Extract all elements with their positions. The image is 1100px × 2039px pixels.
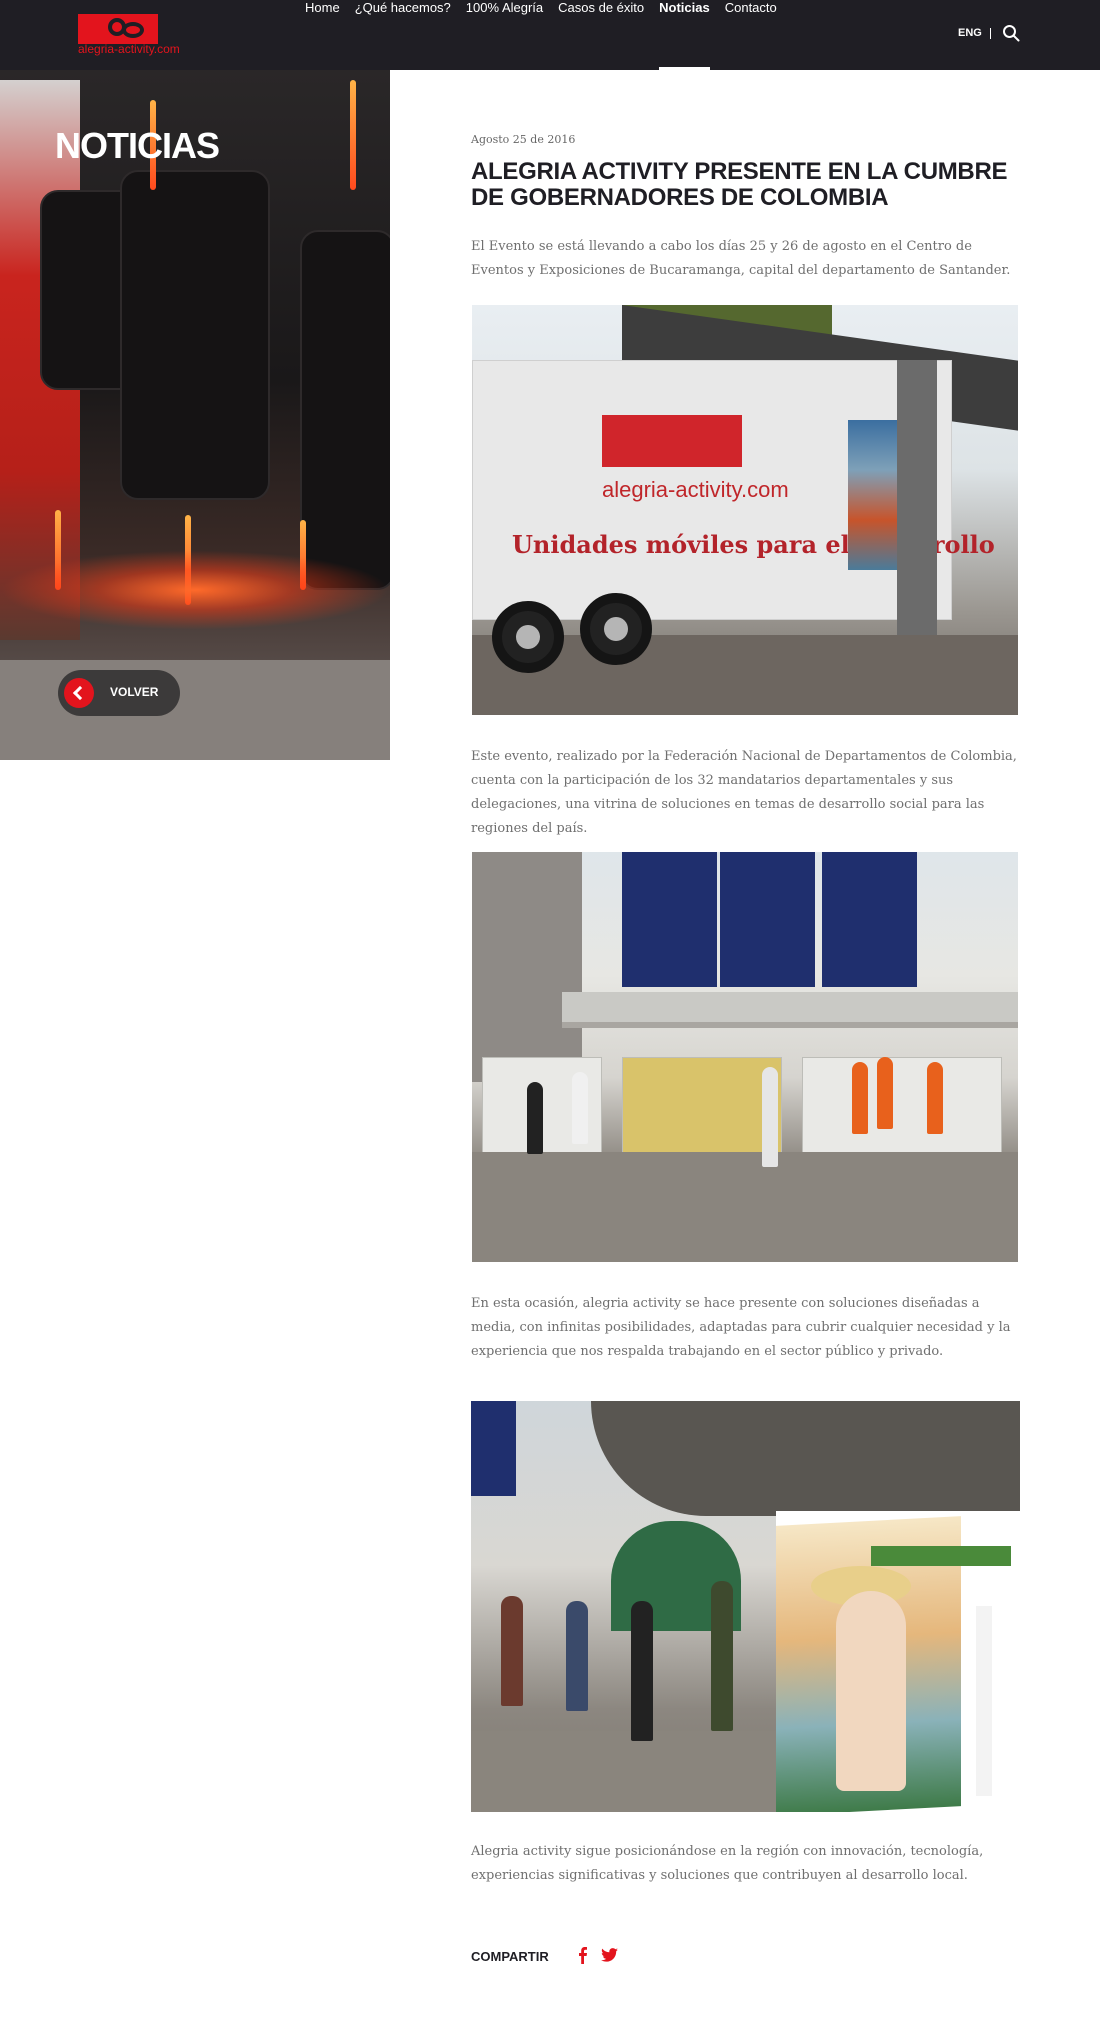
photo-banner bbox=[622, 852, 717, 987]
photo-person bbox=[501, 1596, 523, 1706]
photo-person bbox=[631, 1601, 653, 1741]
page-title: NOTICIAS bbox=[55, 125, 220, 166]
photo-tower bbox=[472, 852, 582, 1082]
photo-booth bbox=[802, 1057, 1002, 1157]
photo-pillar bbox=[897, 360, 937, 660]
hero-light bbox=[350, 80, 356, 190]
photo-person bbox=[762, 1067, 778, 1167]
logo-text: alegria-activity.com bbox=[78, 42, 180, 56]
language-switch[interactable]: ENG bbox=[958, 27, 982, 39]
article-paragraph: En esta ocasión, alegria activity se hac… bbox=[471, 1296, 1011, 1359]
photo-banner bbox=[471, 1401, 516, 1496]
share-label: COMPARTIR bbox=[471, 1949, 549, 1964]
photo-person bbox=[527, 1082, 543, 1154]
photo-poster-model bbox=[836, 1591, 906, 1791]
search-icon[interactable] bbox=[1002, 24, 1020, 42]
site-logo[interactable]: alegria-activity.com bbox=[78, 14, 188, 58]
article-paragraph: Alegria activity sigue posicionándose en… bbox=[471, 1844, 984, 1883]
photo-booth bbox=[622, 1057, 782, 1157]
top-navigation-bar: alegria-activity.com Home ¿Qué hacemos? … bbox=[0, 0, 1100, 70]
article-paragraph: El Evento se está llevando a cabo los dí… bbox=[471, 239, 1011, 278]
main-nav: Home ¿Qué hacemos? 100% Alegría Casos de… bbox=[305, 0, 792, 70]
photo-floor bbox=[472, 1152, 1018, 1262]
article-paragraph: Este evento, realizado por la Federación… bbox=[471, 749, 1017, 836]
photo-wheel bbox=[580, 593, 652, 665]
article-photo-truck: alegria-activity.com Unidades móviles pa… bbox=[472, 305, 1018, 715]
twitter-icon[interactable] bbox=[601, 1948, 618, 1962]
photo-banner bbox=[720, 852, 815, 987]
logo-mark bbox=[78, 14, 158, 44]
photo-poster-strip bbox=[976, 1606, 992, 1796]
chevron-left-icon bbox=[64, 678, 94, 708]
back-button-label: VOLVER bbox=[110, 685, 159, 699]
article-date: Agosto 25 de 2016 bbox=[471, 133, 576, 146]
article-photo-expo bbox=[472, 852, 1018, 1262]
nav-item-noticias[interactable]: Noticias bbox=[659, 0, 710, 70]
photo-roof bbox=[562, 992, 1018, 1028]
photo-brand-logo bbox=[602, 415, 742, 467]
nav-item-home[interactable]: Home bbox=[305, 0, 340, 70]
hero-seat bbox=[300, 230, 390, 590]
hero-image: NOTICIAS VOLVER bbox=[0, 70, 390, 760]
divider bbox=[990, 28, 991, 39]
back-button[interactable]: VOLVER bbox=[58, 670, 180, 716]
photo-person bbox=[927, 1062, 943, 1134]
article-photo-stands bbox=[471, 1401, 1020, 1812]
nav-item-contacto[interactable]: Contacto bbox=[725, 0, 777, 70]
photo-person bbox=[711, 1581, 733, 1731]
photo-person bbox=[877, 1057, 893, 1129]
nav-item-casos-de-exito[interactable]: Casos de éxito bbox=[558, 0, 644, 70]
photo-person bbox=[566, 1601, 588, 1711]
photo-banner bbox=[822, 852, 917, 987]
facebook-icon[interactable] bbox=[576, 1946, 588, 1964]
photo-person bbox=[572, 1072, 588, 1144]
photo-ceiling bbox=[591, 1401, 1020, 1516]
photo-poster-band bbox=[871, 1546, 1011, 1566]
hero-glow bbox=[0, 550, 390, 630]
photo-posters bbox=[848, 420, 904, 570]
nav-item-alegria[interactable]: 100% Alegría bbox=[466, 0, 543, 70]
article-title: ALEGRIA ACTIVITY PRESENTE EN LA CUMBRE D… bbox=[471, 158, 1008, 211]
photo-person bbox=[852, 1062, 868, 1134]
hero-floor bbox=[0, 660, 390, 760]
hero-seat bbox=[120, 170, 270, 500]
photo-brand-text: alegria-activity.com bbox=[602, 477, 789, 502]
photo-wheel bbox=[492, 601, 564, 673]
nav-item-que-hacemos[interactable]: ¿Qué hacemos? bbox=[355, 0, 451, 70]
